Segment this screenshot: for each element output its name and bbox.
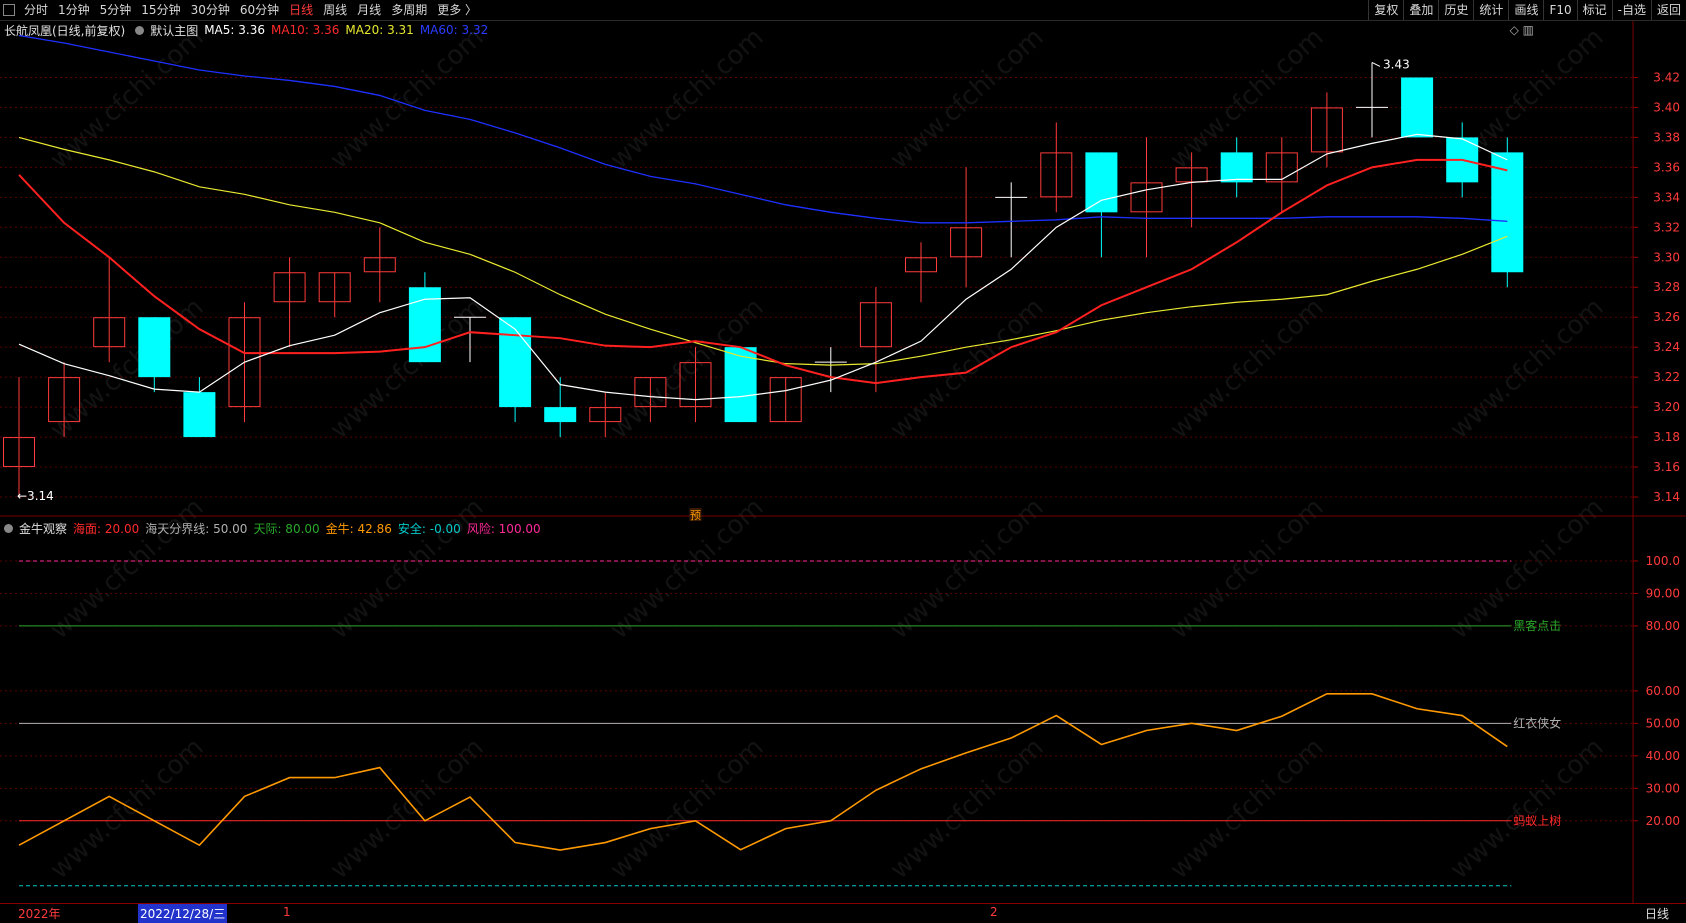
pre-marker: 预 [690, 509, 701, 522]
ind-y-tick-label: 50.00 [1646, 716, 1680, 730]
cursor-date: 2022/12/28/三 [138, 904, 228, 923]
bottom-time-axis: 2022年 2022/12/28/三 1 2 日线 [0, 903, 1686, 923]
main-y-tick-label: 3.42 [1653, 70, 1680, 84]
candle-body [1085, 152, 1118, 213]
watermark-text: www.cfchi.com [605, 22, 770, 175]
candle-body [544, 407, 577, 423]
watermark-text: www.cfchi.com [325, 22, 490, 175]
watermark-text: www.cfchi.com [885, 732, 1050, 885]
sky-zone-label: 黑客点击 [1513, 618, 1561, 633]
watermark-text: www.cfchi.com [885, 22, 1050, 175]
grid-layer [0, 21, 1686, 903]
watermark-text: www.cfchi.com [1445, 732, 1610, 885]
main-y-tick-label: 3.22 [1653, 370, 1680, 384]
ind-y-tick-label: 40.00 [1646, 749, 1680, 763]
ind-y-tick-label: 90.00 [1646, 586, 1680, 600]
main-y-tick-label: 3.20 [1653, 400, 1680, 414]
watermark-text: www.cfchi.com [1165, 292, 1330, 445]
watermark-text: www.cfchi.com [45, 732, 210, 885]
candle-body [183, 392, 216, 438]
mid-zone-label: 红衣侠女 [1513, 715, 1561, 730]
period-label[interactable]: 日线 [1645, 905, 1669, 922]
ind-y-tick-label: 60.00 [1646, 684, 1680, 698]
watermark-text: www.cfchi.com [605, 492, 770, 645]
chart-canvas[interactable]: www.cfchi.com www.cfchi.com www.cfchi.com w… [0, 0, 1686, 921]
main-y-tick-label: 3.16 [1653, 460, 1680, 474]
low-price-label: ←3.14 [17, 489, 54, 503]
candle-body [138, 317, 171, 378]
year-label: 2022年 [18, 907, 61, 921]
axis-layer: 3.42 3.40 3.38 3.36 3.34 3.32 3.30 3.28 3.26 3.24… [1633, 70, 1680, 828]
ind-y-tick-label: 80.00 [1646, 619, 1680, 633]
candle-body [1220, 152, 1253, 183]
watermark-text: www.cfchi.com [45, 492, 210, 645]
ind-y-tick-label: 30.00 [1646, 781, 1680, 795]
watermark-text: www.cfchi.com [1165, 22, 1330, 175]
main-y-tick-label: 3.34 [1653, 190, 1680, 204]
watermark-text: www.cfchi.com [1165, 492, 1330, 645]
main-y-tick-label: 3.14 [1653, 490, 1680, 504]
ind-y-tick-label: 100.0 [1646, 554, 1680, 568]
main-y-tick-label: 3.24 [1653, 340, 1680, 354]
main-y-tick-label: 3.28 [1653, 280, 1680, 294]
main-y-tick-label: 3.18 [1653, 430, 1680, 444]
main-chart: 3.43 ←3.14 预 [3, 34, 1524, 522]
watermark-text: www.cfchi.com [325, 492, 490, 645]
main-y-tick-label: 3.32 [1653, 220, 1680, 234]
month-1-label: 1 [283, 905, 291, 919]
watermark-text: www.cfchi.com [1445, 292, 1610, 445]
indicator-chart: 黑客点击红衣侠女蚂蚁上树 [18, 560, 1561, 887]
main-y-tick-label: 3.38 [1653, 130, 1680, 144]
high-pointer [1371, 62, 1381, 67]
watermark-text: www.cfchi.com [885, 292, 1050, 445]
watermark-text: www.cfchi.com [325, 732, 490, 885]
watermark-text: www.cfchi.com [1165, 732, 1330, 885]
main-y-tick-label: 3.26 [1653, 310, 1680, 324]
ind-y-tick-label: 20.00 [1646, 814, 1680, 828]
main-y-tick-label: 3.30 [1653, 250, 1680, 264]
watermark-layer: www.cfchi.com www.cfchi.com www.cfchi.com w… [45, 22, 1610, 885]
watermark-text: www.cfchi.com [885, 492, 1050, 645]
candle-body [1401, 77, 1434, 138]
candle-body [499, 317, 532, 408]
watermark-text: www.cfchi.com [45, 22, 210, 175]
watermark-text: www.cfchi.com [605, 732, 770, 885]
month-2-label: 2 [990, 905, 998, 919]
sea-zone-label: 蚂蚁上树 [1513, 813, 1561, 828]
main-y-tick-label: 3.40 [1653, 100, 1680, 114]
high-price-label: 3.43 [1383, 57, 1410, 71]
watermark-text: www.cfchi.com [325, 292, 490, 445]
main-y-tick-label: 3.36 [1653, 160, 1680, 174]
